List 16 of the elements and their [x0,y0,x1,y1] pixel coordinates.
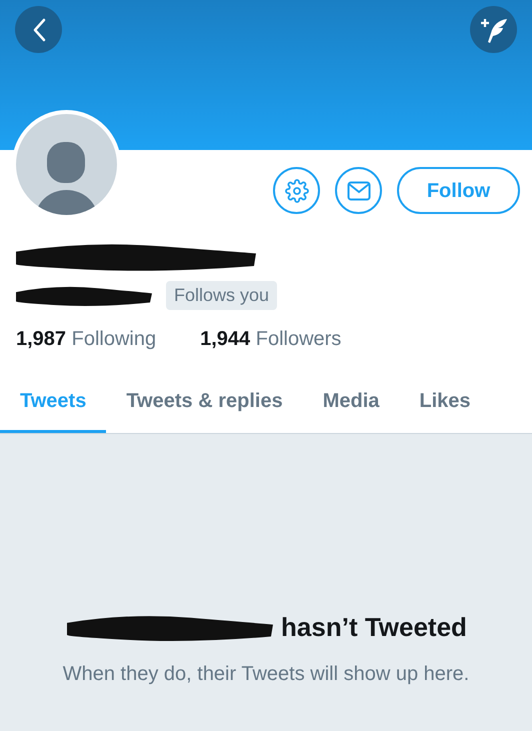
empty-title: hasn’t Tweeted [281,611,467,644]
stat-link[interactable]: 1,987 Following [16,324,156,354]
back-icon [32,18,46,42]
stat-link[interactable]: 1,944 Followers [200,324,342,354]
follow-button[interactable]: Follow [397,167,520,214]
message-button[interactable] [335,167,382,214]
envelope-icon [346,180,370,200]
back-button[interactable] [15,6,62,53]
follows-you-badge: Follows you [166,281,278,310]
settings-button[interactable] [273,167,320,214]
profile-tab[interactable]: Likes [399,380,491,433]
gear-icon [284,178,308,202]
profile-tab[interactable]: Tweets & replies [106,380,303,433]
empty-message: When they do, their Tweets will show up here. [62,662,470,687]
profile-tab[interactable]: Media [302,380,400,433]
compose-button[interactable] [470,6,517,53]
